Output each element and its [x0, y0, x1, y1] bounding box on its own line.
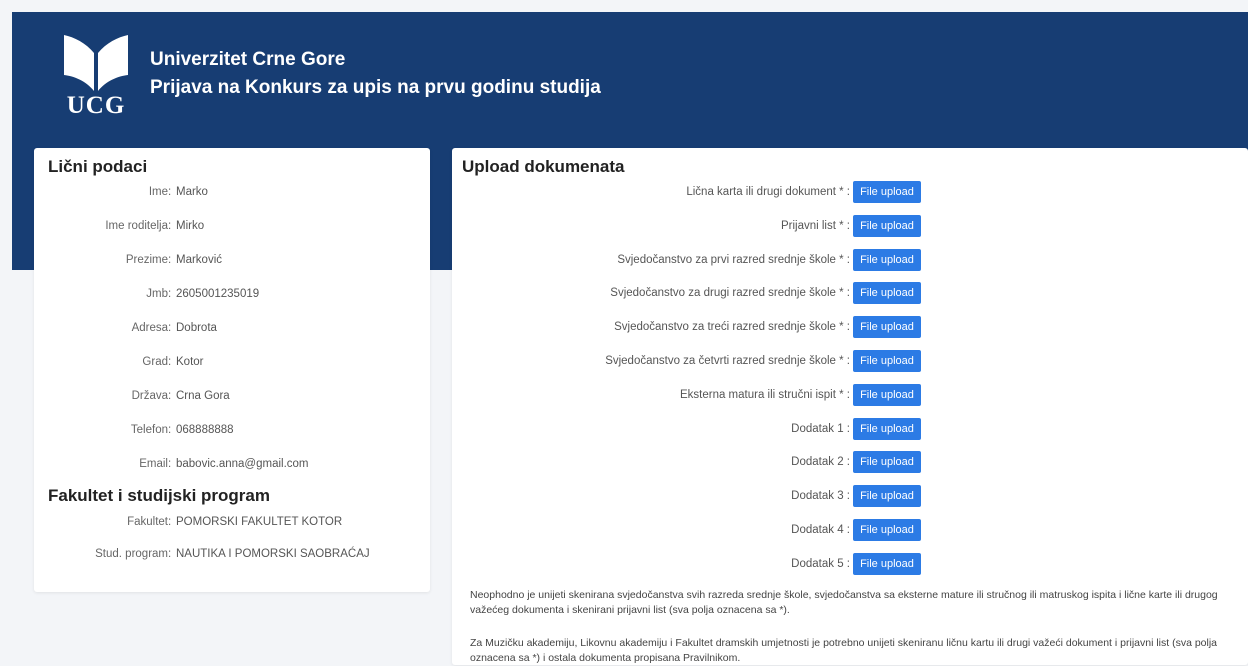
field-colon: : [168, 254, 172, 266]
upload-label: Svjedočanstvo za treći razred srednje šk… [614, 321, 850, 334]
upload-label: Dodatak 3 : [791, 490, 850, 503]
field-label: Ime roditelja [105, 220, 168, 232]
field-colon: : [168, 356, 172, 368]
file-upload-button[interactable]: File upload [853, 248, 921, 271]
file-upload-button[interactable]: File upload [853, 214, 921, 237]
field-value: 068888888 [176, 424, 234, 436]
upload-label: Dodatak 2 : [791, 456, 850, 469]
upload-note-required: Neophodno je unijeti skenirana svjedočan… [470, 589, 1218, 616]
university-name: Univerzitet Crne Gore [150, 49, 346, 70]
personal-field-row: Prezime: Marković [34, 250, 430, 270]
file-upload-button[interactable]: File upload [853, 282, 921, 305]
field-label: Prezime [125, 254, 168, 266]
field-label: Jmb [146, 288, 168, 300]
field-colon: : [168, 548, 172, 560]
upload-label: Dodatak 1 : [791, 422, 850, 435]
personal-field-row: Jmb:2605001235019 [34, 284, 430, 304]
field-colon: : [168, 424, 172, 436]
ucg-logo: UCG [62, 33, 130, 119]
field-value: babovic.anna@gmail.com [176, 458, 309, 470]
field-value: Mirko [176, 220, 205, 232]
field-label: Stud. program [95, 548, 168, 560]
upload-row: Prijavni list * : File upload [452, 214, 932, 237]
faculty-field-row: Fakultet: POMORSKI FAKULTET KOTOR [34, 512, 430, 532]
upload-row: Dodatak 5 : File upload [452, 552, 932, 575]
field-value: Marković [176, 254, 223, 266]
personal-field-row: Telefon:068888888 [34, 420, 430, 440]
file-upload-button[interactable]: File upload [853, 417, 921, 440]
upload-note-arts: Za Muzičku akademiju, Likovnu akademiju … [470, 637, 1218, 664]
field-label: Grad [142, 356, 168, 368]
personal-field-row: Grad: Kotor [34, 352, 430, 372]
upload-label: Dodatak 5 : [791, 557, 850, 570]
upload-row: Svjedočanstvo za prvi razred srednje ško… [452, 248, 932, 271]
upload-label: Svjedočanstvo za drugi razred srednje šk… [610, 287, 850, 300]
upload-row: Dodatak 1 : File upload [452, 417, 932, 440]
upload-row: Svjedočanstvo za drugi razred srednje šk… [452, 282, 932, 305]
upload-label: Svjedočanstvo za prvi razred srednje ško… [617, 253, 850, 266]
upload-label: Eksterna matura ili stručni ispit * : [679, 388, 850, 401]
personal-data-card: Lični podaci Ime: Marko Ime roditelja: Mirk… [34, 148, 430, 592]
file-upload-button[interactable]: File upload [853, 316, 921, 339]
field-label: Ime [148, 186, 168, 198]
upload-row: Dodatak 2 : File upload [452, 451, 932, 474]
field-label: Fakultet [127, 516, 168, 528]
upload-row: Lična karta ili drugi dokument * : File u… [452, 181, 932, 203]
field-colon: : [168, 186, 172, 198]
upload-card: Upload dokumenata Lična karta ili drugi … [452, 148, 1248, 665]
field-colon: : [168, 390, 172, 402]
faculty-field-row: Stud. program: NAUTIKA I POMORSKI SAOBRAĆ… [34, 544, 430, 564]
field-colon: : [168, 458, 172, 470]
field-label: Email [139, 458, 168, 470]
upload-label: Dodatak 4 : [791, 524, 850, 536]
field-colon: : [168, 220, 172, 232]
personal-field-row: Email: babovic.anna@gmail.com [34, 454, 430, 474]
field-label: Adresa [131, 322, 168, 334]
personal-field-row: Ime roditelja: Mirko [34, 216, 430, 236]
upload-label: Prijavni list * : [780, 219, 850, 232]
field-label: Telefon [130, 424, 168, 436]
upload-row: Svjedočanstvo za treći razred srednje šk… [452, 316, 932, 339]
personal-field-row: Adresa: Dobrota [34, 318, 430, 338]
field-colon: : [168, 288, 172, 300]
upload-title: Upload dokumenata [462, 157, 625, 176]
field-value: NAUTIKA I POMORSKI SAOBRAĆAJ [176, 548, 370, 560]
file-upload-button[interactable]: File upload [853, 383, 921, 406]
field-colon: : [168, 322, 172, 334]
field-value: Dobrota [176, 322, 217, 334]
upload-label: Lična karta ili drugi dokument * : [686, 186, 850, 198]
header-title: Univerzitet Crne Gore Prijava na Konkurs… [150, 46, 601, 102]
upload-row: Dodatak 3 : File upload [452, 485, 932, 508]
personal-field-row: Država: Crna Gora [34, 386, 430, 406]
personal-data-title: Lični podaci [48, 157, 148, 176]
field-value: Kotor [176, 356, 204, 368]
file-upload-button[interactable]: File upload [853, 350, 921, 372]
logo-text: UCG [66, 92, 126, 119]
application-title: Prijava na Konkurs za upis na prvu godin… [150, 77, 601, 98]
personal-field-row: Ime: Marko [34, 182, 430, 202]
field-label: Država [131, 390, 168, 402]
upload-label: Svjedočanstvo za četvrti razred srednje … [605, 355, 850, 367]
faculty-section-title: Fakultet i studijski program [48, 486, 270, 505]
field-value: 2605001235019 [176, 288, 260, 300]
file-upload-button[interactable]: File upload [853, 519, 921, 541]
field-value: Crna Gora [176, 390, 230, 402]
book-icon [64, 35, 128, 91]
field-value: Marko [176, 186, 208, 198]
upload-row: Svjedočanstvo za četvrti razred srednje … [452, 350, 932, 372]
field-value: POMORSKI FAKULTET KOTOR [176, 516, 343, 528]
file-upload-button[interactable]: File upload [853, 485, 921, 508]
file-upload-button[interactable]: File upload [853, 181, 921, 203]
upload-row: Dodatak 4 : File upload [452, 519, 932, 541]
file-upload-button[interactable]: File upload [853, 451, 921, 474]
file-upload-button[interactable]: File upload [853, 552, 921, 575]
field-colon: : [168, 516, 172, 528]
upload-row: Eksterna matura ili stručni ispit * : Fil… [452, 383, 932, 406]
